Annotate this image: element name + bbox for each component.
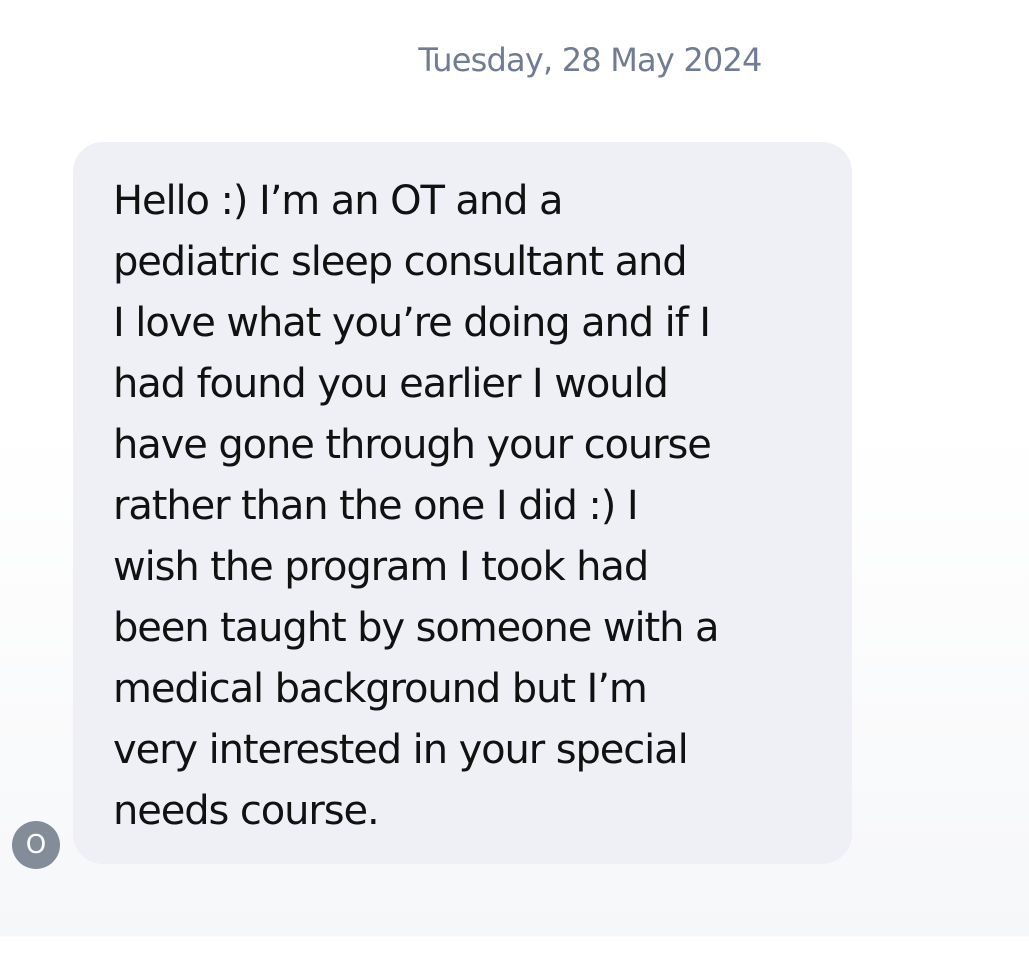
avatar-initial: O (25, 830, 47, 860)
incoming-message-bubble[interactable]: Hello :) I’m an OT and a pediatric sleep… (73, 142, 852, 864)
message-text: Hello :) I’m an OT and a pediatric sleep… (113, 178, 719, 834)
sender-avatar[interactable]: O (12, 821, 60, 869)
date-header: Tuesday, 28 May 2024 (418, 41, 762, 79)
